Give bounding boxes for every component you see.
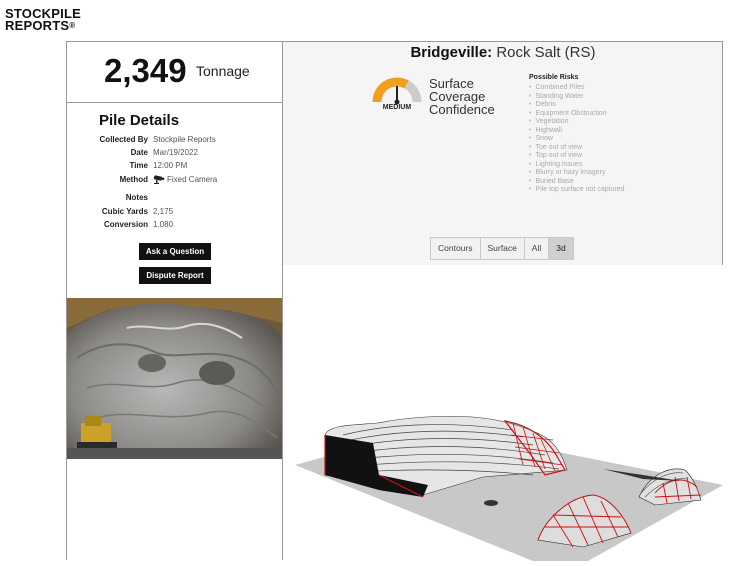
gauge-high-arc: [404, 80, 422, 103]
detail-label: Conversion: [103, 220, 148, 229]
tonnage-value: 2,349: [104, 52, 187, 89]
risk-item: Lighting Issues: [529, 161, 625, 170]
confidence-gauge-icon: [372, 77, 422, 105]
detail-value: Stockpile Reports: [153, 135, 216, 144]
risk-item: Equipment Obstruction: [529, 110, 625, 119]
view-tabs: Contours Surface All 3d: [430, 237, 574, 260]
detail-row-method: Method Fixed Camera: [67, 175, 282, 188]
pile-photo[interactable]: [67, 298, 282, 459]
pile-photo-image: [67, 298, 282, 459]
detail-value: Mar/19/2022: [153, 148, 198, 157]
tonnage-label: Tonnage: [196, 63, 250, 79]
risk-item: Buried Base: [529, 178, 625, 187]
detail-value: 1.080: [153, 220, 174, 229]
risk-item: Standing Water: [529, 93, 625, 102]
detail-row-cubic-yards: Cubic Yards 2,175: [67, 207, 282, 220]
stockpile-reports-logo[interactable]: STOCKPILE REPORTS®: [5, 7, 115, 33]
dispute-report-button[interactable]: Dispute Report: [139, 267, 211, 284]
risk-item: Blurry or hazy imagery: [529, 169, 625, 178]
risk-item: Snow: [529, 135, 625, 144]
detail-row-notes: Notes: [67, 193, 282, 206]
site-location: Bridgeville:: [410, 44, 493, 61]
possible-risks-list: Combined Piles Standing Water Debris Equ…: [529, 84, 625, 195]
left-panel: 2,349 Tonnage Pile Details Collected By …: [66, 41, 283, 560]
risk-item: Highwall: [529, 127, 625, 136]
confidence-level: MEDIUM: [382, 104, 412, 111]
detail-value: 2,175: [153, 207, 174, 216]
tab-3d[interactable]: 3d: [548, 237, 574, 260]
tonnage-summary: 2,349 Tonnage: [67, 42, 282, 103]
ask-question-button[interactable]: Ask a Question: [139, 243, 211, 260]
risk-item: Vegetation: [529, 118, 625, 127]
tab-all[interactable]: All: [523, 237, 550, 260]
risk-item: Debris: [529, 101, 625, 110]
risk-item: Combined Piles: [529, 84, 625, 93]
gauge-low-arc: [372, 77, 409, 103]
detail-value: 12:00 PM: [153, 161, 188, 170]
detail-label: Notes: [125, 193, 148, 202]
risk-item: Top out of view: [529, 152, 625, 161]
camera-icon: [153, 175, 165, 185]
detail-label: Method: [119, 175, 148, 184]
possible-risks-title: Possible Risks: [529, 74, 579, 81]
tab-surface[interactable]: Surface: [479, 237, 525, 260]
detail-row-conversion: Conversion 1.080: [67, 220, 282, 233]
detail-row-date: Date Mar/19/2022: [67, 148, 282, 161]
tab-contours[interactable]: Contours: [430, 237, 481, 260]
debris-item: [484, 500, 498, 506]
detail-value: Fixed Camera: [167, 175, 218, 184]
detail-label: Cubic Yards: [101, 207, 148, 216]
method-value-wrap: Fixed Camera: [153, 175, 218, 185]
stockpile-3d-model: [295, 415, 723, 561]
risk-item: Pile top surface not captured: [529, 186, 624, 195]
right-panel: Bridgeville: Rock Salt (RS) MEDIUM Surfa…: [283, 41, 723, 561]
detail-label: Collected By: [99, 135, 148, 144]
site-material: Rock Salt (RS): [496, 44, 596, 61]
confidence-line-3: Confidence: [429, 102, 495, 117]
logo-line-2: REPORTS: [5, 18, 70, 33]
surface-coverage-confidence: Surface Coverage Confidence: [429, 77, 495, 116]
logo-registered-mark: ®: [69, 21, 76, 30]
3d-model-viewport[interactable]: [283, 265, 723, 561]
detail-label: Date: [130, 148, 148, 157]
site-title: Bridgeville: Rock Salt (RS): [283, 44, 723, 61]
pile-details-title: Pile Details: [99, 112, 180, 129]
detail-row-time: Time 12:00 PM: [67, 161, 282, 174]
detail-row-collected-by: Collected By Stockpile Reports: [67, 135, 282, 148]
detail-label: Time: [129, 161, 148, 170]
risk-item: Toe out of view: [529, 144, 625, 153]
